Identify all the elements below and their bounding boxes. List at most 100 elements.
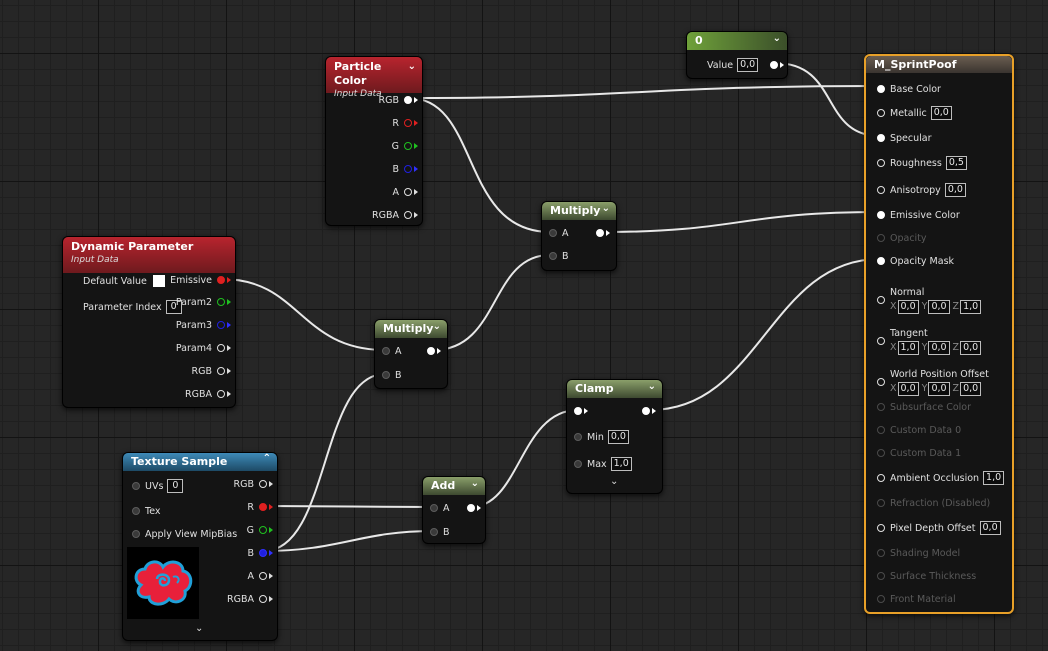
clamp-header[interactable]: Clamp ⌄ [567, 380, 662, 398]
output-row[interactable] [591, 226, 610, 240]
input-anisotropy[interactable]: Anisotropy 0,0 [872, 183, 966, 197]
output-row[interactable] [422, 344, 441, 358]
dynamic-parameter-header[interactable]: Dynamic Parameter Input Data [63, 237, 235, 273]
input-pin[interactable] [877, 378, 885, 386]
input-pin[interactable] [574, 460, 582, 468]
output-pin[interactable] [259, 595, 267, 603]
min-row[interactable]: Min 0,0 [569, 430, 629, 444]
pin-row-g[interactable]: G [392, 139, 418, 153]
pin-row-rgb[interactable]: RGB [379, 93, 418, 107]
input-pin[interactable] [877, 337, 885, 345]
input-emissive-color[interactable]: Emissive Color [872, 208, 960, 222]
input-pin[interactable] [877, 186, 885, 194]
color-swatch[interactable] [152, 275, 165, 287]
output-pin[interactable] [217, 344, 225, 352]
max-row[interactable]: Max 1,0 [569, 457, 632, 471]
input-pin[interactable] [877, 211, 885, 219]
collapse-chevron-icon[interactable]: ⌄ [773, 33, 781, 45]
input-normal[interactable]: Normal X 0,0 Y 0,0 Z 1,0 [872, 286, 982, 314]
wpo-x-field[interactable]: 0,0 [897, 381, 919, 396]
input-pin[interactable] [132, 530, 140, 538]
output-pin[interactable] [259, 480, 267, 488]
clamp-node[interactable]: Clamp ⌄ Min 0,0 Max 1,0 ⌄ [566, 379, 663, 494]
output-pin[interactable] [404, 142, 412, 150]
input-pin[interactable] [877, 134, 885, 142]
output-pin[interactable] [427, 347, 435, 355]
output-pin[interactable] [404, 188, 412, 196]
output-pin[interactable] [259, 526, 267, 534]
pin-row-r[interactable]: R [392, 116, 418, 130]
expand-chevron-icon[interactable]: ⌄ [610, 476, 618, 487]
pin-row-a[interactable]: A [248, 569, 273, 583]
normal-x-field[interactable]: 0,0 [897, 299, 919, 314]
particle-color-node[interactable]: Particle Color Input Data ⌄ RGB R G B A … [325, 56, 423, 226]
input-pin[interactable] [877, 474, 885, 482]
collapse-chevron-icon[interactable]: ⌃ [263, 453, 271, 465]
input-b-row[interactable]: B [377, 368, 402, 382]
collapse-chevron-icon[interactable]: ⌄ [408, 60, 416, 74]
pin-row-rgb[interactable]: RGB [234, 477, 273, 491]
input-world-position-offset[interactable]: World Position Offset X 0,0 Y 0,0 Z 0,0 [872, 368, 989, 396]
output-pin[interactable] [217, 276, 225, 284]
metallic-field[interactable]: 0,0 [930, 106, 952, 120]
input-pin[interactable] [132, 507, 140, 515]
input-roughness[interactable]: Roughness 0,5 [872, 156, 967, 170]
output-pin[interactable] [217, 298, 225, 306]
pin-row-r[interactable]: R [247, 500, 273, 514]
material-header[interactable]: M_SprintPoof [866, 56, 1012, 73]
multiply-node-2[interactable]: Multiply ⌄ A B [374, 319, 448, 389]
collapse-chevron-icon[interactable]: ⌄ [471, 478, 479, 490]
collapse-chevron-icon[interactable]: ⌄ [648, 381, 656, 393]
output-pin[interactable] [217, 367, 225, 375]
particle-color-header[interactable]: Particle Color Input Data ⌄ [326, 57, 422, 99]
output-pin[interactable] [404, 119, 412, 127]
constant-node[interactable]: 0 ⌄ Value 0,0 [686, 31, 788, 79]
input-pin[interactable] [430, 528, 438, 536]
pin-row-rgb[interactable]: RGB [192, 364, 231, 378]
input-pin[interactable] [877, 159, 885, 167]
pin-row-rgba[interactable]: RGBA [372, 208, 418, 222]
input-a-row[interactable]: A [544, 226, 569, 240]
input-a-row[interactable]: A [377, 344, 402, 358]
output-pin[interactable] [259, 503, 267, 511]
output-pin[interactable] [259, 572, 267, 580]
material-result-node[interactable]: M_SprintPoof Base Color Metallic 0,0 Spec… [864, 54, 1014, 614]
input-pin[interactable] [430, 504, 438, 512]
input-specular[interactable]: Specular [872, 131, 932, 145]
parameter-index-row[interactable]: Parameter Index 0 [83, 300, 182, 314]
input-pin[interactable] [382, 347, 390, 355]
pin-row-a[interactable]: A [393, 185, 418, 199]
add-node[interactable]: Add ⌄ A B [422, 476, 486, 544]
input-pin[interactable] [549, 229, 557, 237]
add-header[interactable]: Add ⌄ [423, 477, 485, 495]
output-row[interactable] [637, 404, 656, 418]
input-ambient-occlusion[interactable]: Ambient Occlusion 1,0 [872, 471, 1005, 485]
pin-row-b[interactable]: B [392, 162, 418, 176]
pin-row-g[interactable]: G [247, 523, 273, 537]
tangent-x-field[interactable]: 1,0 [897, 340, 919, 355]
input-a-row[interactable]: A [425, 501, 450, 515]
output-pin[interactable] [467, 504, 475, 512]
collapse-chevron-icon[interactable]: ⌄ [433, 321, 441, 333]
input-pin[interactable] [877, 296, 885, 304]
pin-row-param3[interactable]: Param3 [176, 318, 231, 332]
anisotropy-field[interactable]: 0,0 [944, 183, 966, 197]
default-value-row[interactable]: Default Value [83, 274, 165, 288]
normal-y-field[interactable]: 0,0 [928, 299, 950, 314]
input-pin[interactable] [877, 524, 885, 532]
input-base-color[interactable]: Base Color [872, 82, 941, 96]
input-pin[interactable] [549, 252, 557, 260]
pin-row-rgba[interactable]: RGBA [227, 592, 273, 606]
input-tangent[interactable]: Tangent X 1,0 Y 0,0 Z 0,0 [872, 327, 982, 355]
output-pin[interactable] [770, 61, 779, 69]
input-pin[interactable] [382, 371, 390, 379]
multiply-header[interactable]: Multiply ⌄ [542, 202, 616, 220]
input-metallic[interactable]: Metallic 0,0 [872, 106, 952, 120]
pin-row-param4[interactable]: Param4 [176, 341, 231, 355]
dynamic-parameter-node[interactable]: Dynamic Parameter Input Data Default Val… [62, 236, 236, 408]
input-row[interactable] [569, 404, 588, 418]
expand-chevron-icon[interactable]: ⌄ [195, 623, 203, 634]
normal-z-field[interactable]: 1,0 [960, 299, 982, 314]
output-pin[interactable] [642, 407, 650, 415]
output-pin[interactable] [404, 96, 412, 104]
